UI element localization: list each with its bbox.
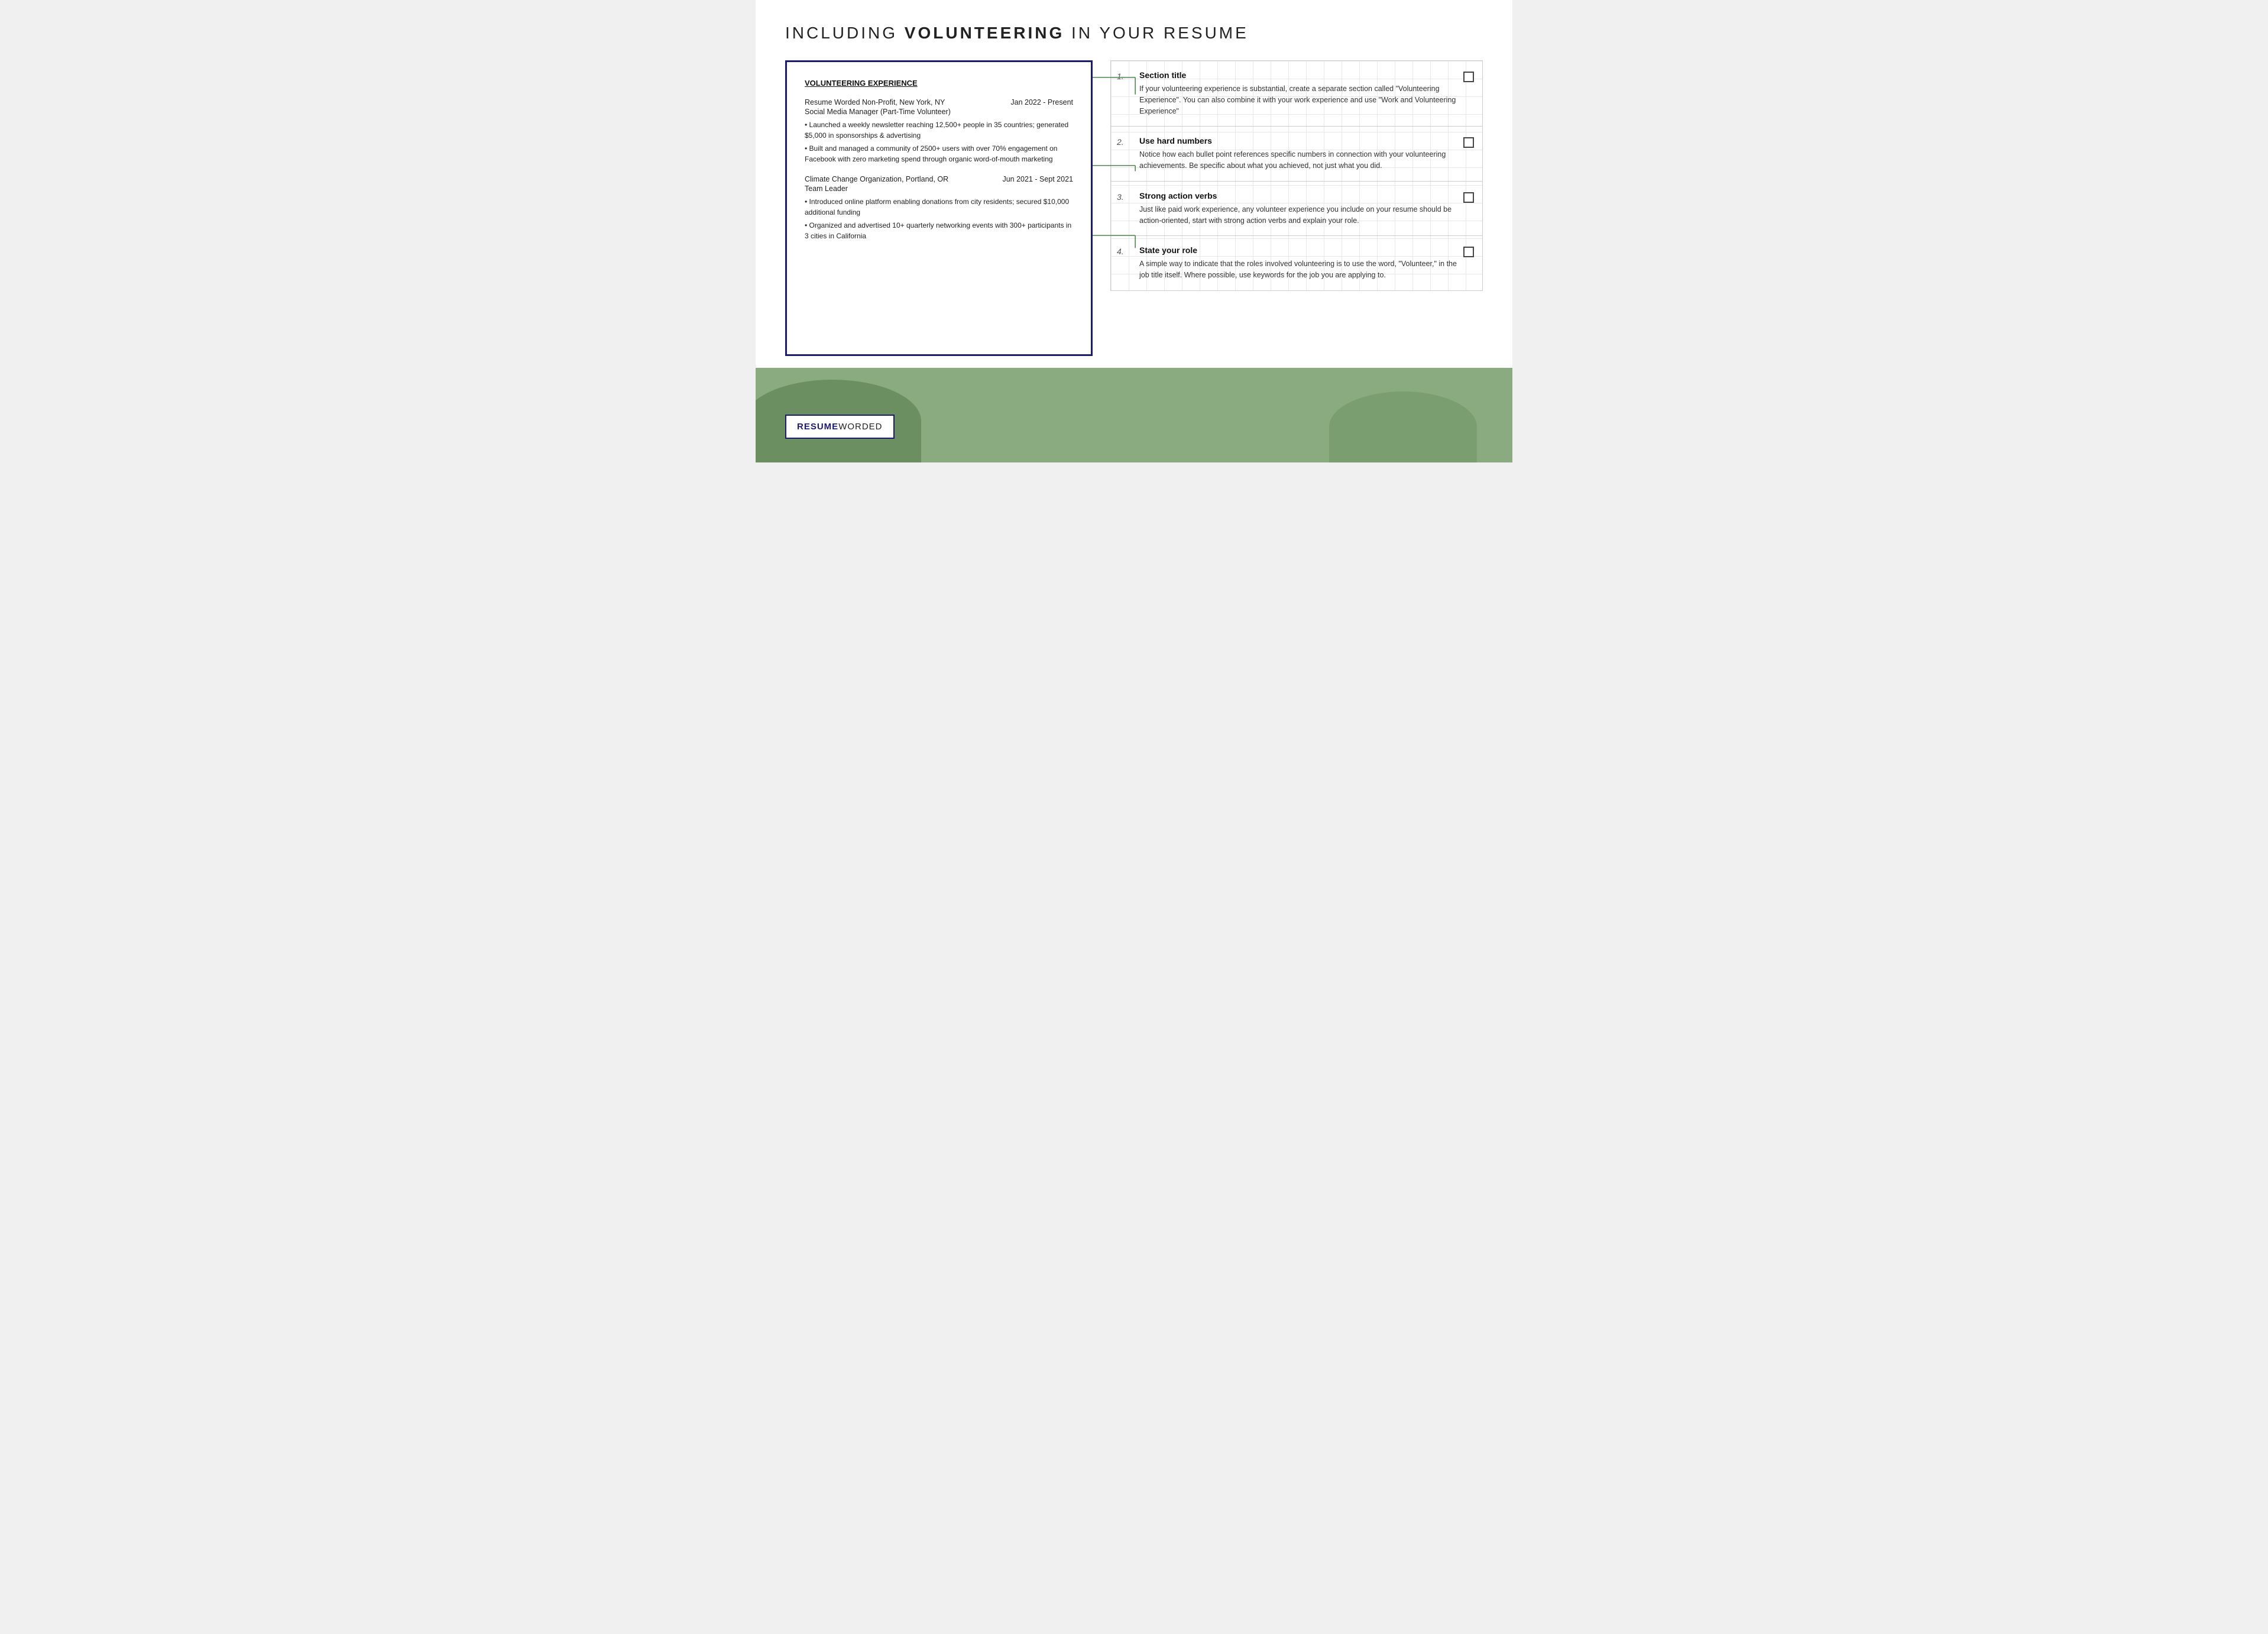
tip-3-title: Strong action verbs [1139, 191, 1457, 200]
hill-right [1329, 391, 1477, 462]
resume-entry-1-header: Resume Worded Non-Profit, New York, NY J… [805, 98, 1073, 106]
resume-entry-1-date: Jan 2022 - Present [1010, 98, 1073, 106]
resume-entry-2: Climate Change Organization, Portland, O… [805, 175, 1073, 241]
tip-2-number: 2. [1117, 136, 1133, 147]
logo-box: RESUME WORDED [785, 415, 895, 439]
title-bold: VOLUNTEERING [905, 24, 1064, 42]
content-area: VOLUNTEERING EXPERIENCE Resume Worded No… [785, 60, 1483, 356]
resume-panel: VOLUNTEERING EXPERIENCE Resume Worded No… [785, 60, 1093, 356]
tip-3-description: Just like paid work experience, any volu… [1139, 204, 1457, 227]
tip-1-number: 1. [1117, 70, 1133, 81]
tip-2-description: Notice how each bullet point references … [1139, 149, 1457, 172]
tip-4-content: State your role A simple way to indicate… [1139, 245, 1457, 281]
tip-item-1: 1. Section title If your volunteering ex… [1111, 61, 1482, 127]
tip-4-title: State your role [1139, 245, 1457, 255]
page-title: INCLUDING VOLUNTEERING IN YOUR RESUME [785, 24, 1483, 43]
tip-4-number: 4. [1117, 245, 1133, 256]
resume-entry-2-date: Jun 2021 - Sept 2021 [1002, 175, 1073, 183]
resume-entry-1-role: Social Media Manager (Part-Time Voluntee… [805, 108, 1073, 116]
bottom-area: RESUME WORDED [756, 368, 1512, 462]
resume-entry-1-bullet-2: • Built and managed a community of 2500+… [805, 143, 1073, 164]
resume-entry-2-header: Climate Change Organization, Portland, O… [805, 175, 1073, 183]
tip-1-description: If your volunteering experience is subst… [1139, 83, 1457, 117]
tip-1-checkbox[interactable] [1463, 72, 1474, 82]
resume-section-header: VOLUNTEERING EXPERIENCE [805, 79, 1073, 88]
tip-item-4: 4. State your role A simple way to indic… [1111, 236, 1482, 290]
resume-entry-2-bullet-2: • Organized and advertised 10+ quarterly… [805, 220, 1073, 241]
title-suffix: IN YOUR RESUME [1064, 24, 1249, 42]
tip-item-3: 3. Strong action verbs Just like paid wo… [1111, 182, 1482, 237]
tip-1-title: Section title [1139, 70, 1457, 80]
tips-panel: 1. Section title If your volunteering ex… [1110, 60, 1483, 291]
resume-entry-2-role: Team Leader [805, 185, 1073, 193]
tip-2-checkbox[interactable] [1463, 137, 1474, 148]
tip-4-checkbox[interactable] [1463, 247, 1474, 257]
resume-entry-1-org: Resume Worded Non-Profit, New York, NY [805, 98, 945, 106]
resume-entry-2-bullet-1: • Introduced online platform enabling do… [805, 196, 1073, 218]
logo-resume-text: RESUME [797, 422, 838, 432]
logo-worded-text: WORDED [838, 422, 882, 432]
main-content: INCLUDING VOLUNTEERING IN YOUR RESUME VO… [756, 0, 1512, 368]
resume-entry-2-org: Climate Change Organization, Portland, O… [805, 175, 948, 183]
resume-entry-1-bullet-1: • Launched a weekly newsletter reaching … [805, 119, 1073, 141]
tip-3-number: 3. [1117, 191, 1133, 202]
tip-1-content: Section title If your volunteering exper… [1139, 70, 1457, 117]
tip-3-content: Strong action verbs Just like paid work … [1139, 191, 1457, 227]
tip-3-checkbox[interactable] [1463, 192, 1474, 203]
title-plain: INCLUDING [785, 24, 905, 42]
resume-entry-1: Resume Worded Non-Profit, New York, NY J… [805, 98, 1073, 164]
tip-item-2: 2. Use hard numbers Notice how each bull… [1111, 127, 1482, 182]
page-wrapper: INCLUDING VOLUNTEERING IN YOUR RESUME VO… [756, 0, 1512, 462]
tip-2-content: Use hard numbers Notice how each bullet … [1139, 136, 1457, 172]
resume-section-title: VOLUNTEERING EXPERIENCE [805, 79, 1073, 88]
tip-2-title: Use hard numbers [1139, 136, 1457, 145]
tip-4-description: A simple way to indicate that the roles … [1139, 258, 1457, 281]
